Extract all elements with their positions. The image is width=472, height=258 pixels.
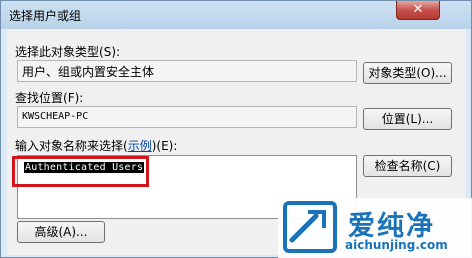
locations-button[interactable]: 位置(L)... xyxy=(363,108,452,130)
advanced-button[interactable]: 高级(A)... xyxy=(17,221,105,243)
object-type-field: 用户、组或内置安全主体 xyxy=(17,60,357,82)
object-types-button[interactable]: 对象类型(O)... xyxy=(363,62,452,84)
location-accesskey: (F): xyxy=(63,91,84,105)
title-bar[interactable]: 选择用户或组 ✕ xyxy=(1,1,471,29)
highlight-box xyxy=(12,156,149,187)
window-title: 选择用户或组 xyxy=(9,9,82,23)
check-names-button[interactable]: 检查名称(C) xyxy=(363,155,452,177)
watermark-url: aichunjing.com xyxy=(345,238,448,252)
names-label: 输入对象名称来选择(示例)(E): xyxy=(15,137,177,154)
location-label-text: 查找位置 xyxy=(15,91,64,105)
examples-link[interactable]: 示例 xyxy=(128,139,152,153)
location-label: 查找位置(F): xyxy=(15,89,83,106)
location-field: KWSCHEAP-PC xyxy=(17,106,357,128)
watermark-logo-icon xyxy=(283,201,337,253)
names-label-accesskey: )(E): xyxy=(151,139,178,153)
names-label-text: 输入对象名称来选择 xyxy=(15,139,124,153)
object-type-label: 选择此对象类型(S): xyxy=(15,43,120,60)
object-type-label-text: 选择此对象类型 xyxy=(15,45,100,59)
close-button[interactable]: ✕ xyxy=(396,1,440,20)
object-type-accesskey: (S): xyxy=(99,45,121,59)
